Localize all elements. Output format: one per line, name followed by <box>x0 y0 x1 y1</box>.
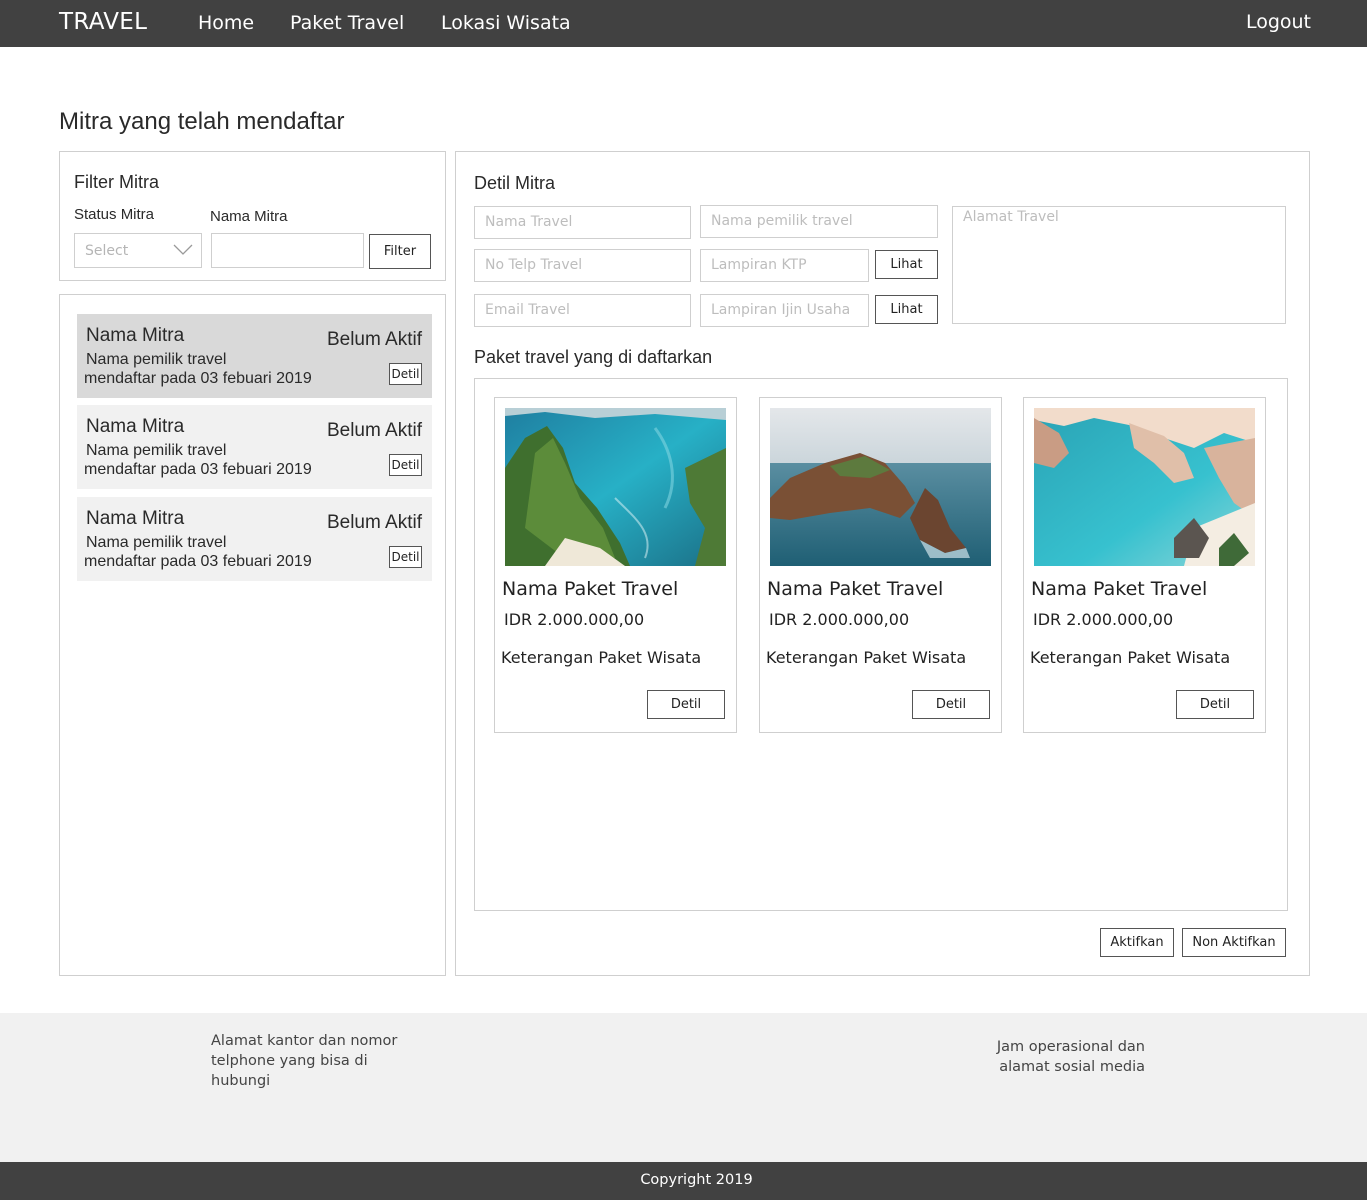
mitra-detail-button[interactable]: Detil <box>389 454 422 476</box>
nama-travel-field[interactable]: Nama Travel <box>474 206 691 239</box>
detail-title: Detil Mitra <box>474 173 556 193</box>
lampiran-ijin-placeholder: Lampiran Ijin Usaha <box>711 302 851 318</box>
detail-panel: Detil Mitra Nama Travel Nama pemilik tra… <box>455 151 1310 976</box>
top-navbar: TRAVEL Home Paket Travel Lokasi Wisata L… <box>0 0 1367 47</box>
chevron-down-icon <box>173 244 193 255</box>
brand-logo[interactable]: TRAVEL <box>59 9 147 35</box>
email-travel-field[interactable]: Email Travel <box>474 294 691 327</box>
mitra-name: Nama Mitra <box>86 325 185 346</box>
mitra-list-panel: Nama Mitra Belum Aktif Nama pemilik trav… <box>59 294 446 976</box>
mitra-detail-button[interactable]: Detil <box>389 363 422 385</box>
paket-description: Keterangan Paket Wisata <box>1030 648 1231 667</box>
lihat-ijin-button[interactable]: Lihat <box>875 295 938 324</box>
mitra-registered-date: mendaftar pada 03 febuari 2019 <box>84 370 312 387</box>
filter-button[interactable]: Filter <box>369 234 431 269</box>
nama-travel-placeholder: Nama Travel <box>485 214 573 230</box>
copyright-bar: Copyright 2019 <box>0 1162 1367 1200</box>
mitra-status: Belum Aktif <box>326 329 422 350</box>
paket-description: Keterangan Paket Wisata <box>501 648 702 667</box>
footer: Alamat kantor dan nomor telphone yang bi… <box>0 1013 1367 1162</box>
paket-price: IDR 2.000.000,00 <box>769 610 910 629</box>
nama-mitra-input[interactable] <box>211 233 364 268</box>
paket-image <box>770 408 991 566</box>
mitra-status: Belum Aktif <box>326 420 422 441</box>
no-telp-field[interactable]: No Telp Travel <box>474 249 691 282</box>
lihat-ktp-button[interactable]: Lihat <box>875 250 938 279</box>
logout-link[interactable]: Logout <box>1246 11 1311 33</box>
mitra-name: Nama Mitra <box>86 416 185 437</box>
non-aktifkan-button[interactable]: Non Aktifkan <box>1182 928 1286 957</box>
paket-card[interactable]: Nama Paket Travel IDR 2.000.000,00 Keter… <box>759 397 1002 733</box>
paket-card[interactable]: Nama Paket Travel IDR 2.000.000,00 Keter… <box>494 397 737 733</box>
paket-detail-button[interactable]: Detil <box>647 690 725 719</box>
mitra-status: Belum Aktif <box>326 512 422 533</box>
nama-pemilik-placeholder: Nama pemilik travel <box>711 213 853 229</box>
mitra-owner: Nama pemilik travel <box>86 351 227 368</box>
mitra-name: Nama Mitra <box>86 508 185 529</box>
mitra-owner: Nama pemilik travel <box>86 534 227 551</box>
status-select-placeholder: Select <box>85 243 129 259</box>
mitra-registered-date: mendaftar pada 03 febuari 2019 <box>84 461 312 478</box>
paket-name: Nama Paket Travel <box>1031 578 1208 600</box>
paket-image <box>505 408 726 566</box>
paket-detail-button[interactable]: Detil <box>912 690 990 719</box>
page-title: Mitra yang telah mendaftar <box>59 108 345 135</box>
filter-panel: Filter Mitra Status Mitra Nama Mitra Sel… <box>59 151 446 281</box>
status-select[interactable]: Select <box>74 233 202 268</box>
email-travel-placeholder: Email Travel <box>485 302 570 318</box>
alamat-travel-field[interactable]: Alamat Travel <box>952 206 1286 324</box>
paket-section-title: Paket travel yang di daftarkan <box>474 347 713 367</box>
filter-title: Filter Mitra <box>74 172 159 192</box>
paket-detail-button[interactable]: Detil <box>1176 690 1254 719</box>
nama-mitra-label: Nama Mitra <box>210 208 288 225</box>
copyright-text: Copyright 2019 <box>640 1172 753 1188</box>
mitra-card[interactable]: Nama Mitra Belum Aktif Nama pemilik trav… <box>77 314 432 398</box>
alamat-travel-placeholder: Alamat Travel <box>963 209 1059 225</box>
mitra-card[interactable]: Nama Mitra Belum Aktif Nama pemilik trav… <box>77 497 432 581</box>
lampiran-ktp-field[interactable]: Lampiran KTP <box>700 249 869 282</box>
footer-contact-text: Alamat kantor dan nomor telphone yang bi… <box>211 1033 398 1089</box>
paket-list: Nama Paket Travel IDR 2.000.000,00 Keter… <box>474 378 1288 911</box>
nav-item-lokasi-wisata[interactable]: Lokasi Wisata <box>441 12 571 34</box>
mitra-card[interactable]: Nama Mitra Belum Aktif Nama pemilik trav… <box>77 405 432 489</box>
aktifkan-button[interactable]: Aktifkan <box>1100 928 1174 957</box>
mitra-detail-button[interactable]: Detil <box>389 546 422 568</box>
no-telp-placeholder: No Telp Travel <box>485 257 583 273</box>
paket-price: IDR 2.000.000,00 <box>504 610 645 629</box>
nama-pemilik-field[interactable]: Nama pemilik travel <box>700 205 938 238</box>
lampiran-ktp-placeholder: Lampiran KTP <box>711 257 807 273</box>
paket-name: Nama Paket Travel <box>502 578 679 600</box>
paket-name: Nama Paket Travel <box>767 578 944 600</box>
paket-image <box>1034 408 1255 566</box>
lampiran-ijin-field[interactable]: Lampiran Ijin Usaha <box>700 294 869 327</box>
paket-price: IDR 2.000.000,00 <box>1033 610 1174 629</box>
nav-item-home[interactable]: Home <box>198 12 254 34</box>
paket-description: Keterangan Paket Wisata <box>766 648 967 667</box>
status-mitra-label: Status Mitra <box>74 206 155 223</box>
mitra-owner: Nama pemilik travel <box>86 442 227 459</box>
nav-item-paket-travel[interactable]: Paket Travel <box>290 12 404 34</box>
footer-hours-text: Jam operasional dan alamat sosial media <box>996 1039 1145 1075</box>
paket-card[interactable]: Nama Paket Travel IDR 2.000.000,00 Keter… <box>1023 397 1266 733</box>
mitra-registered-date: mendaftar pada 03 febuari 2019 <box>84 553 312 570</box>
